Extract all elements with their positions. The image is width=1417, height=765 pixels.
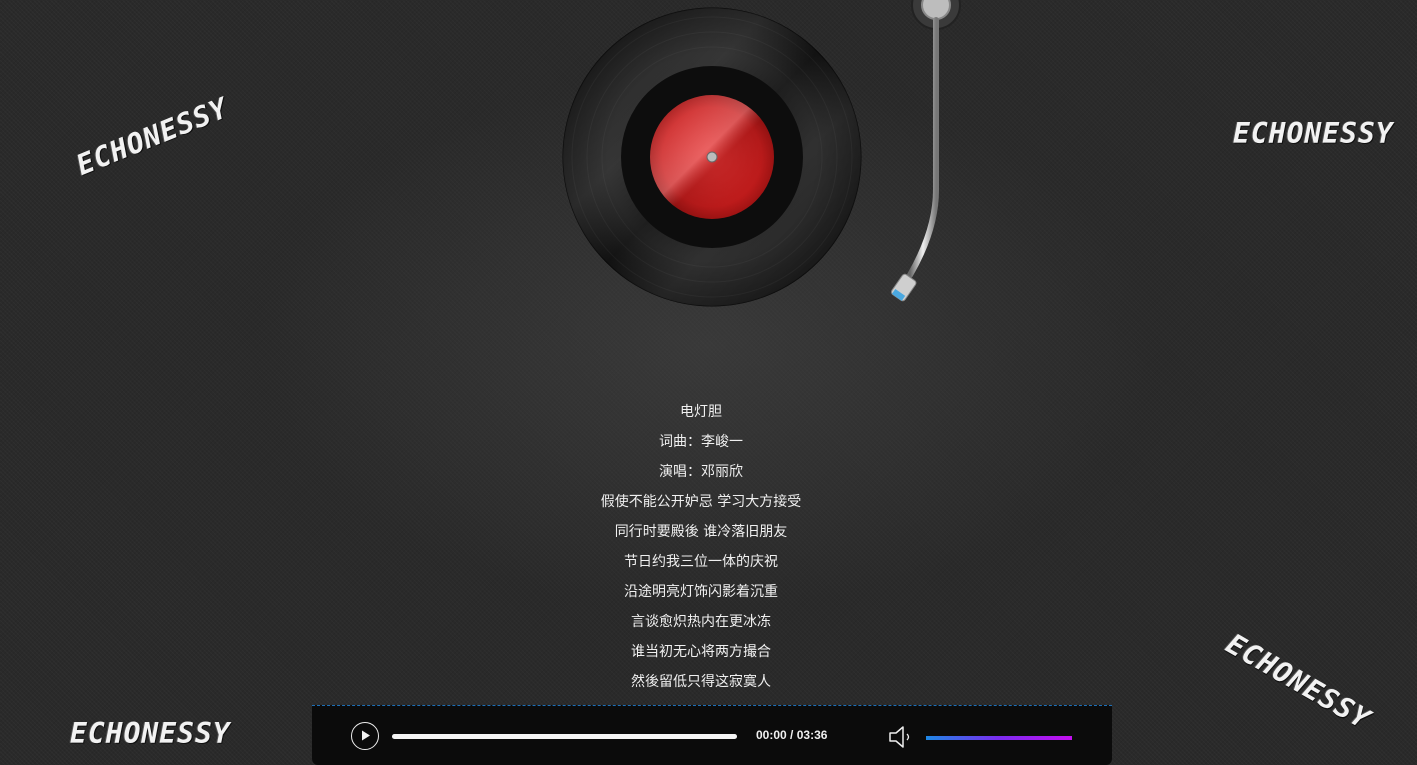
time-separator: / (786, 728, 797, 742)
lyric-line: 节日约我三位一体的庆祝 (624, 554, 778, 570)
brand-text-bottom-left: ECHONESSY (70, 717, 231, 750)
lyric-line: 电灯胆 (680, 404, 722, 420)
lyric-line: 然後留低只得这寂寞人 (631, 674, 771, 690)
play-button[interactable] (351, 722, 379, 750)
tonearm-icon (880, 0, 970, 310)
volume-fill (926, 736, 1072, 740)
speaker-icon (889, 726, 910, 748)
lyric-line: 沿途明亮灯饰闪影着沉重 (624, 584, 778, 600)
audio-player-bar: 00:00 / 03:36 (312, 705, 1112, 765)
lyric-line: 谁当初无心将两方撮合 (631, 644, 771, 660)
brand-text-bottom-right: ECHONESSY (1220, 627, 1377, 736)
volume-slider[interactable] (926, 736, 1072, 740)
duration: 03:36 (796, 728, 828, 742)
vinyl-record-icon (562, 7, 862, 307)
music-player-page: ECHONESSY ECHONESSY ECHONESSY ECHONESSY (0, 0, 1417, 765)
lyric-line: 同行时要殿後 谁冷落旧朋友 (614, 524, 788, 540)
play-icon (362, 730, 370, 741)
progress-fill (392, 734, 737, 739)
lyric-line: 演唱：邓丽欣 (659, 464, 743, 480)
lyric-line: 假使不能公开妒忌 学习大方接受 (600, 494, 802, 510)
progress-bar[interactable] (392, 734, 737, 739)
time-display: 00:00 / 03:36 (756, 728, 827, 742)
lyrics-panel: 电灯胆 词曲：李峻一 演唱：邓丽欣 假使不能公开妒忌 学习大方接受 同行时要殿後… (450, 398, 952, 698)
brand-text-top-left: ECHONESSY (71, 91, 234, 182)
current-time: 00:00 (756, 728, 787, 742)
volume-button[interactable] (888, 725, 916, 749)
lyric-line: 词曲：李峻一 (659, 434, 743, 450)
brand-text-top-right: ECHONESSY (1233, 117, 1394, 150)
lyric-line: 言谈愈炽热内在更冰冻 (631, 614, 771, 630)
